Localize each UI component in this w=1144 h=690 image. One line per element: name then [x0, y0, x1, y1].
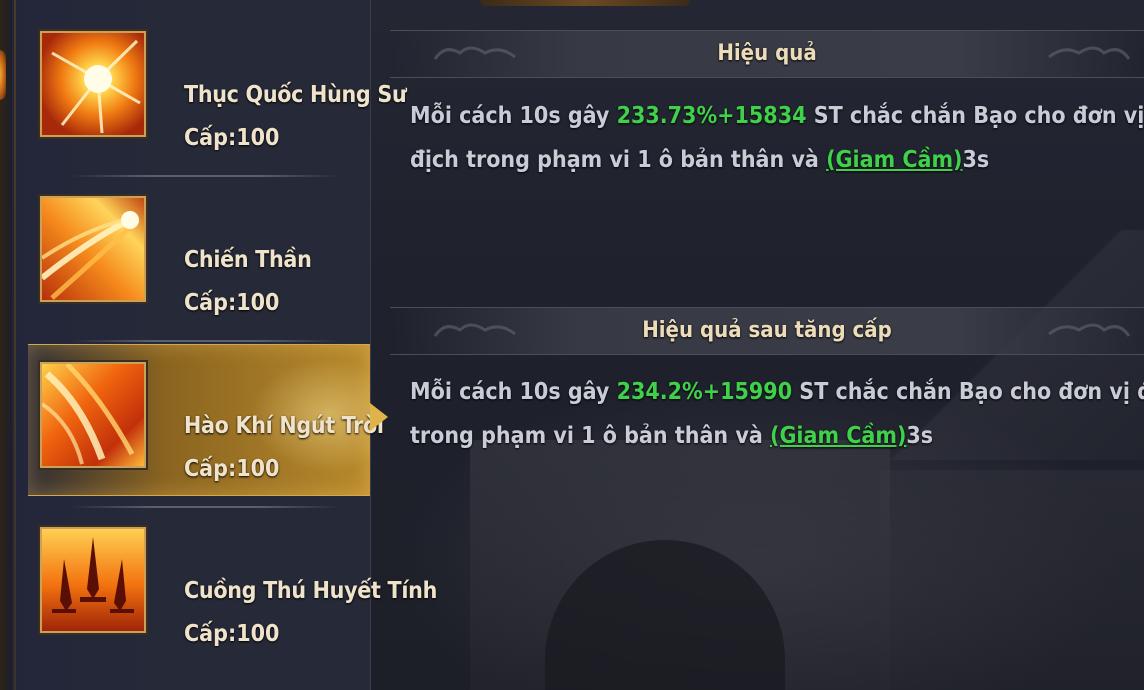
- effect-duration: 3s: [906, 423, 934, 449]
- skill-name: Chiến Thần: [184, 247, 312, 273]
- effect-line-1: Mỗi cách 10s gây 233.73%+15834 ST chắc c…: [410, 94, 1144, 138]
- upgrade-effect-title: Hiệu quả sau tăng cấp: [642, 318, 892, 343]
- flame-wave-icon: [40, 362, 146, 468]
- effect-title: Hiệu quả: [717, 41, 817, 66]
- top-ornament: [480, 0, 690, 6]
- skill-name: Cuồng Thú Huyết Tính: [184, 578, 438, 604]
- list-divider: [70, 340, 340, 342]
- upgrade-effect-header: Hiệu quả sau tăng cấp: [390, 307, 1144, 355]
- skill-level: Cấp:100: [184, 125, 280, 151]
- sunburst-fire-icon: [40, 31, 146, 137]
- skill-list: Thục Quốc Hùng Sư Cấp:100 Chiến Thần Cấp…: [0, 0, 437, 690]
- skill-level: Cấp:100: [184, 621, 280, 647]
- effect-header: Hiệu quả: [390, 30, 1144, 78]
- panel-edge: [0, 0, 12, 690]
- effect-value: 234.2%+15990: [616, 379, 793, 405]
- skill-item-chien-than[interactable]: Chiến Thần Cấp:100: [28, 179, 370, 329]
- upgrade-effect-line-2: trong phạm vi 1 ô bản thân và (Giam Cầm)…: [410, 414, 1144, 458]
- upgrade-effect-line-1: Mỗi cách 10s gây 234.2%+15990 ST chắc ch…: [410, 370, 1144, 414]
- upgrade-effect-description: Mỗi cách 10s gây 234.2%+15990 ST chắc ch…: [410, 370, 1144, 458]
- skill-name: Hào Khí Ngút Trời: [184, 413, 384, 439]
- effect-description: Mỗi cách 10s gây 233.73%+15834 ST chắc c…: [410, 94, 1144, 182]
- status-tag-link[interactable]: (Giam Cầm): [826, 147, 962, 173]
- skill-level: Cấp:100: [184, 290, 280, 316]
- skill-level: Cấp:100: [184, 456, 280, 482]
- edge-glow-icon: [0, 50, 6, 100]
- effect-text: ST chắc chắn Bạo cho đơn vị địch: [799, 379, 1144, 405]
- selected-arrow-icon: [370, 403, 388, 431]
- list-divider: [70, 506, 340, 508]
- effect-line-2: địch trong phạm vi 1 ô bản thân và (Giam…: [410, 138, 1144, 182]
- skill-item-hao-khi-ngut-troi[interactable]: Hào Khí Ngút Trời Cấp:100: [28, 344, 384, 496]
- effect-text: ST chắc chắn Bạo cho đơn vị: [806, 103, 1144, 129]
- status-tag-link[interactable]: (Giam Cầm): [770, 423, 906, 449]
- effect-text: trong phạm vi 1 ô bản thân và: [410, 423, 770, 449]
- effect-value: 233.73%+15834: [616, 103, 807, 129]
- skill-panel-screen: Thục Quốc Hùng Sư Cấp:100 Chiến Thần Cấp…: [0, 0, 1144, 690]
- panel-frame: [14, 0, 16, 690]
- effect-text: Mỗi cách 10s gây: [410, 103, 617, 129]
- skill-name: Thục Quốc Hùng Sư: [184, 82, 407, 108]
- skill-item-cuong-thu-huyet-tinh[interactable]: Cuồng Thú Huyết Tính Cấp:100: [28, 510, 437, 660]
- effect-text: Mỗi cách 10s gây: [410, 379, 617, 405]
- background-tower: [880, 470, 1144, 690]
- effect-duration: 3s: [962, 147, 990, 173]
- effect-text: địch trong phạm vi 1 ô bản thân và: [410, 147, 827, 173]
- fire-comet-icon: [40, 196, 146, 302]
- burning-swords-icon: [40, 527, 146, 633]
- list-divider: [70, 175, 340, 177]
- skill-item-thuc-quoc-hung-su[interactable]: Thục Quốc Hùng Sư Cấp:100: [28, 14, 407, 164]
